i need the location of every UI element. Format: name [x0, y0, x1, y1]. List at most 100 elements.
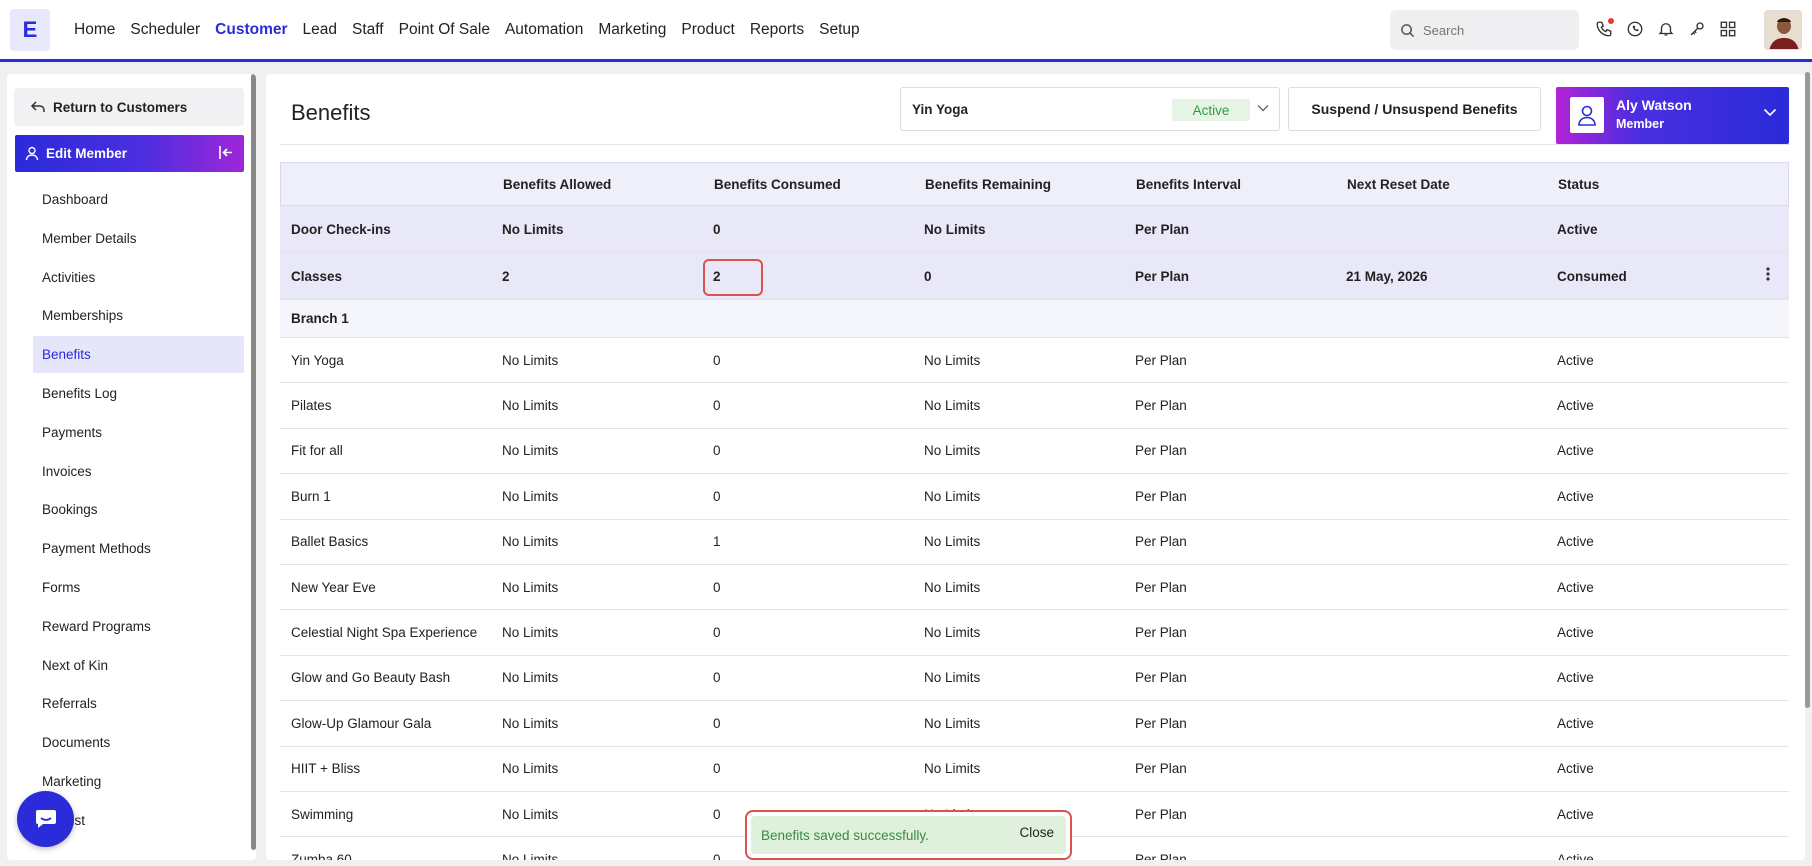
nav-item-setup[interactable]: Setup: [819, 21, 860, 39]
table-cell: Active: [1557, 398, 1594, 414]
table-cell: Active: [1557, 488, 1594, 504]
sidebar-item-benefits-log[interactable]: Benefits Log: [33, 375, 244, 412]
table-cell: No Limits: [502, 670, 559, 686]
table-row[interactable]: Pilates No Limits 0 No Limits Per Plan Active: [280, 383, 1789, 429]
sidebar-item-invoices[interactable]: Invoices: [33, 453, 244, 490]
table-row[interactable]: Glow and Go Beauty Bash No Limits 0 No Limi…: [280, 656, 1789, 702]
nav-item-automation[interactable]: Automation: [505, 21, 583, 39]
bell-icon[interactable]: [1656, 18, 1676, 40]
sidebar-item-documents[interactable]: Documents: [33, 724, 244, 761]
table-cell: No Limits: [924, 625, 981, 641]
table-cell: Celestial Night Spa Experience: [291, 625, 478, 641]
table-row[interactable]: New Year Eve No Limits 0 No Limits Per Plan A…: [280, 565, 1789, 611]
nav-item-point-of-sale[interactable]: Point Of Sale: [399, 21, 490, 39]
benefit-group-row[interactable]: Door Check-ins No Limits 0 No Limits Per Pla…: [280, 206, 1789, 253]
sidebar-item-payments[interactable]: Payments: [33, 414, 244, 451]
sidebar-item-activities[interactable]: Activities: [33, 259, 244, 296]
suspend-unsuspend-button[interactable]: Suspend / Unsuspend Benefits: [1288, 87, 1541, 131]
app-logo[interactable]: E: [10, 9, 50, 51]
return-to-customers-button[interactable]: Return to Customers: [14, 88, 244, 126]
table-cell: No Limits: [502, 398, 559, 414]
nav-item-staff[interactable]: Staff: [352, 21, 384, 39]
notification-dot: [1608, 18, 1614, 24]
table-row[interactable]: Ballet Basics No Limits 1 No Limits Per Plan…: [280, 520, 1789, 565]
member-selector[interactable]: Aly Watson Member: [1556, 87, 1789, 144]
table-cell: 0: [713, 579, 721, 595]
column-header: Benefits Consumed: [714, 176, 841, 192]
table-cell: 2: [502, 268, 510, 284]
search-input[interactable]: [1423, 22, 1563, 38]
table-cell: 0: [713, 806, 721, 822]
sidebar-item-dashboard[interactable]: Dashboard: [33, 181, 244, 218]
table-cell: No Limits: [502, 715, 559, 731]
table-cell: 0: [713, 398, 721, 414]
sidebar-item-payment-methods[interactable]: Payment Methods: [33, 530, 244, 567]
table-cell: No Limits: [502, 761, 559, 777]
sidebar-item-forms[interactable]: Forms: [33, 569, 244, 606]
grid-icon[interactable]: [1718, 18, 1738, 40]
table-cell: Active: [1557, 761, 1594, 777]
table-row[interactable]: Yin Yoga No Limits 0 No Limits Per Plan Activ…: [280, 338, 1789, 384]
whatsapp-icon[interactable]: [1625, 18, 1645, 40]
table-cell: Swimming: [291, 806, 354, 822]
more-vertical-icon[interactable]: [1766, 267, 1770, 284]
user-avatar[interactable]: [1764, 10, 1802, 50]
table-cell: Active: [1557, 806, 1594, 822]
edit-member-header[interactable]: Edit Member: [15, 135, 244, 172]
chat-support-button[interactable]: [17, 791, 74, 847]
page-scrollbar[interactable]: [1805, 72, 1810, 708]
table-row[interactable]: Glow-Up Glamour Gala No Limits 0 No Limits P…: [280, 701, 1789, 747]
table-cell: HIIT + Bliss: [291, 761, 361, 777]
table-cell: 0: [713, 488, 721, 504]
nav-item-home[interactable]: Home: [74, 21, 115, 39]
sidebar-item-next-of-kin[interactable]: Next of Kin: [33, 647, 244, 684]
nav-item-scheduler[interactable]: Scheduler: [130, 21, 200, 39]
sidebar-item-referrals[interactable]: Referrals: [33, 685, 244, 722]
table-cell: Per Plan: [1135, 579, 1187, 595]
table-cell: Per Plan: [1135, 625, 1187, 641]
table-cell: New Year Eve: [291, 579, 376, 595]
table-cell: Per Plan: [1135, 398, 1187, 414]
table-cell: Per Plan: [1135, 221, 1190, 237]
table-cell: Active: [1557, 715, 1594, 731]
sidebar-item-memberships[interactable]: Memberships: [33, 297, 244, 334]
table-cell: 0: [713, 221, 721, 237]
sidebar-item-marketing[interactable]: Marketing: [33, 763, 244, 800]
sidebar-item-bookings[interactable]: Bookings: [33, 491, 244, 528]
sidebar-item-benefits[interactable]: Benefits: [33, 336, 244, 374]
top-icons: [1594, 18, 1738, 40]
sidebar-item-reward-programs[interactable]: Reward Programs: [33, 608, 244, 645]
sidebar-item-member-details[interactable]: Member Details: [33, 220, 244, 257]
collapse-sidebar-icon[interactable]: [218, 145, 234, 160]
key-icon[interactable]: [1687, 18, 1707, 40]
toast-close-button[interactable]: Close: [1019, 825, 1054, 840]
nav-item-customer[interactable]: Customer: [215, 21, 287, 39]
benefit-group-row[interactable]: Classes 2 2 0 Per Plan 21 May, 2026 Consumed: [280, 253, 1789, 300]
table-row[interactable]: Burn 1 No Limits 0 No Limits Per Plan Active: [280, 474, 1789, 520]
table-cell: 21 May, 2026: [1346, 268, 1428, 284]
search-icon: [1401, 23, 1415, 37]
table-cell: No Limits: [924, 352, 981, 368]
table-cell: Per Plan: [1135, 670, 1187, 686]
plan-dropdown[interactable]: Yin Yoga Active: [900, 87, 1280, 131]
table-row[interactable]: Fit for all No Limits 0 No Limits Per Plan Ac…: [280, 429, 1789, 475]
table-cell: Active: [1557, 579, 1594, 595]
table-row[interactable]: HIIT + Bliss No Limits 0 No Limits Per Plan A…: [280, 747, 1789, 792]
nav-item-reports[interactable]: Reports: [750, 21, 804, 39]
nav-item-lead[interactable]: Lead: [303, 21, 337, 39]
search-box[interactable]: [1390, 10, 1579, 50]
sidebar-scrollbar[interactable]: [251, 74, 256, 850]
table-cell: No Limits: [502, 221, 564, 237]
column-header: Status: [1558, 176, 1600, 192]
table-cell: No Limits: [502, 352, 559, 368]
back-arrow-icon: [30, 101, 45, 112]
table-cell: Pilates: [291, 398, 332, 414]
table-row[interactable]: Celestial Night Spa Experience No Limits 0…: [280, 610, 1789, 656]
table-cell: 0: [713, 715, 721, 731]
table-cell: 0: [713, 352, 721, 368]
nav-item-product[interactable]: Product: [681, 21, 734, 39]
table-cell: Ballet Basics: [291, 534, 369, 550]
column-header: Benefits Remaining: [925, 176, 1052, 192]
nav-item-marketing[interactable]: Marketing: [598, 21, 666, 39]
phone-icon[interactable]: [1594, 18, 1614, 40]
